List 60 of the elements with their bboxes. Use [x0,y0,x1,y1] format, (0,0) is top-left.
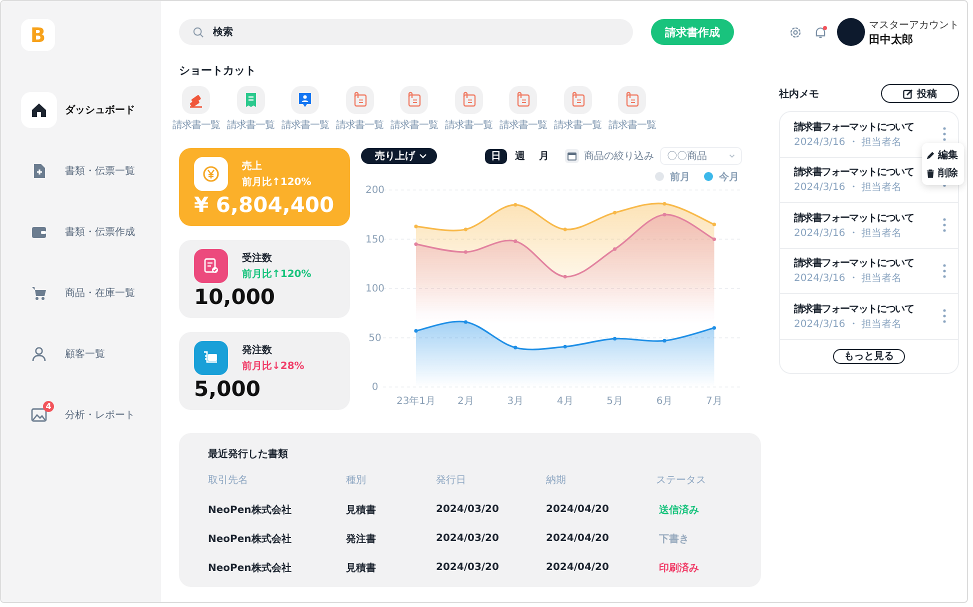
column-header: 納期 [546,474,567,488]
stat-value: ¥ 6,804,400 [194,193,335,217]
table-cell-text: 2024/03/20 [436,532,500,546]
table-cell-text: NeoPen株式会社 [208,504,292,518]
memo-meta: 2024/3/16 ・ 担当者名 [794,136,903,149]
column-header: 取引先名 [208,474,249,488]
comparison-text: 前月比↑120% [242,268,312,281]
comparison-text: 前月比↑120% [242,176,312,189]
status-text: 印刷済み [658,561,700,576]
memo-title: 請求書フォーマットについて [794,212,914,225]
stat-title: 売上 [242,160,263,173]
axis-label: 150 [365,234,385,246]
table-cell-text: 2024/04/20 [546,561,610,575]
comparison-text: 前月比↓28% [242,360,304,373]
table-cell-text: NeoPen株式会社 [208,532,292,546]
status-text: 送信済み [658,503,700,518]
table-cell-text: 2024/04/20 [546,503,610,517]
table-cell-text: 2024/03/20 [436,503,500,517]
table-cell-text: 見積書 [346,504,377,518]
memo-meta: 2024/3/16 ・ 担当者名 [794,318,903,331]
column-header: ステータス [656,474,707,488]
section-title: ショートカット [179,63,257,78]
table-cell-text: NeoPen株式会社 [208,562,292,576]
memo-meta: 2024/3/16 ・ 担当者名 [794,226,903,240]
memo-title: 請求書フォーマットについて [794,256,914,270]
stat-value: 5,000 [194,377,262,401]
axis-label: 0 [372,382,378,393]
stat-title: 受注数 [242,251,273,265]
section-title: 最近発行した書類 [208,448,289,461]
table-cell-text: 発注書 [346,532,377,546]
app-logo: B [21,19,55,51]
stat-value: 10,000 [194,285,276,309]
axis-label: 2月 [458,396,474,407]
axis-label: 3月 [507,396,524,407]
axis-label: 50 [368,332,382,344]
column-header: 種別 [346,474,367,488]
table-cell-text: 2024/04/20 [546,532,610,546]
legend-item: 今月 [704,170,739,183]
axis-label: 6月 [656,396,673,407]
table-cell-text: 見積書 [346,562,377,576]
section-title: 社内メモ [779,88,819,100]
column-header: 発行日 [436,474,467,488]
account-role: マスターアカウント [869,18,959,32]
filter-label: 商品の絞り込み [584,150,654,163]
table-cell-text: 2024/03/20 [436,561,500,575]
memo-title: 請求書フォーマットについて [794,120,914,134]
memo-meta: 2024/3/16 ・ 担当者名 [794,272,903,286]
memo-title: 請求書フォーマットについて [794,302,914,316]
account-name: 田中太郎 [869,32,914,46]
axis-label: 200 [365,185,385,196]
legend-item: 前月 [655,170,690,183]
stat-title: 発注数 [242,343,273,357]
axis-label: 4月 [556,396,574,407]
axis-label: 7月 [706,396,722,407]
status-text: 下書き [658,532,690,546]
axis-label: 100 [365,284,385,294]
axis-label: 5月 [606,396,623,407]
axis-label: 23年1月 [396,396,436,407]
count-badge: 4 [43,401,54,412]
memo-title: 請求書フォーマットについて [794,166,914,180]
